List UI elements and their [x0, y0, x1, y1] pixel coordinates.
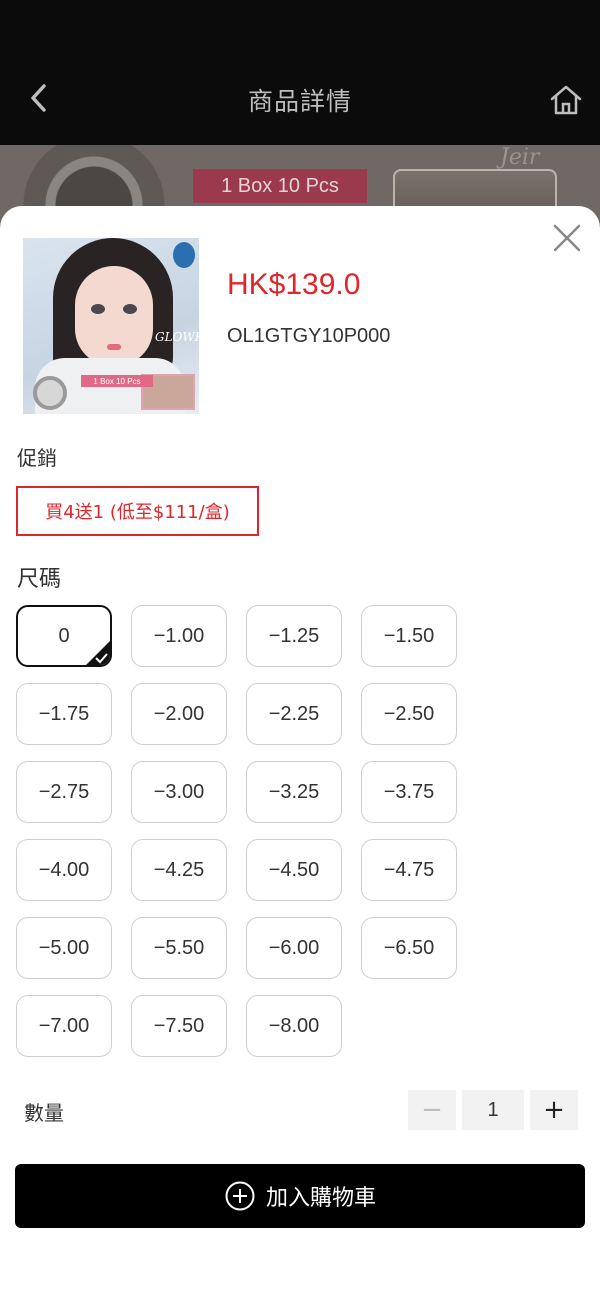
- home-icon[interactable]: [548, 82, 584, 118]
- size-option-label: −7.00: [38, 1014, 90, 1037]
- size-options-grid: 0 −1.00 −1.25 −1.50 −1.75 −2.00 −2.25 −2.50 −2.7…: [16, 605, 466, 1057]
- size-option[interactable]: −1.50: [361, 605, 457, 667]
- size-option[interactable]: −3.25: [246, 761, 342, 823]
- size-option[interactable]: −4.75: [361, 839, 457, 901]
- decrement-button[interactable]: −: [408, 1090, 456, 1130]
- plus-circle-icon: [225, 1181, 255, 1211]
- size-option[interactable]: −7.00: [16, 995, 112, 1057]
- quantity-label: 數量: [24, 1101, 64, 1125]
- size-option[interactable]: −6.50: [361, 917, 457, 979]
- add-to-cart-label: 加入購物車: [265, 1186, 376, 1211]
- size-option-label: −6.50: [383, 936, 435, 959]
- size-option[interactable]: −8.00: [246, 995, 342, 1057]
- size-option[interactable]: −5.00: [16, 917, 112, 979]
- size-option-label: −5.50: [153, 936, 205, 959]
- size-option[interactable]: 0: [16, 605, 112, 667]
- size-option-label: −1.75: [38, 702, 90, 725]
- add-to-cart-button[interactable]: 加入購物車: [15, 1164, 585, 1228]
- size-option[interactable]: −1.00: [131, 605, 227, 667]
- product-price: HK$139.0: [227, 268, 361, 301]
- size-option[interactable]: −4.25: [131, 839, 227, 901]
- size-option-label: −4.50: [268, 858, 320, 881]
- size-option[interactable]: −2.50: [361, 683, 457, 745]
- banner-script-text: Jeir: [500, 145, 540, 170]
- size-option-label: −1.25: [268, 624, 320, 647]
- close-icon[interactable]: [551, 222, 583, 254]
- brand-drop-logo: [173, 242, 195, 268]
- thumbnail-brand-text: GLOWE: [155, 330, 199, 344]
- size-option-label: −3.75: [383, 780, 435, 803]
- size-option-label: −4.00: [38, 858, 90, 881]
- size-option[interactable]: −6.00: [246, 917, 342, 979]
- size-option[interactable]: −1.75: [16, 683, 112, 745]
- size-option-label: −1.00: [153, 624, 205, 647]
- increment-button[interactable]: +: [530, 1090, 578, 1130]
- size-option[interactable]: −2.25: [246, 683, 342, 745]
- size-option-label: −2.75: [38, 780, 90, 803]
- size-option[interactable]: −5.50: [131, 917, 227, 979]
- size-option[interactable]: −4.00: [16, 839, 112, 901]
- promotion-label: 促銷: [17, 446, 57, 470]
- product-sku: OL1GTGY10P000: [227, 325, 391, 347]
- size-option-label: −2.25: [268, 702, 320, 725]
- size-label: 尺碼: [17, 567, 62, 592]
- size-option[interactable]: −2.75: [16, 761, 112, 823]
- size-option-label: −4.75: [383, 858, 435, 881]
- size-option[interactable]: −7.50: [131, 995, 227, 1057]
- size-option-label: 0: [58, 624, 70, 647]
- product-thumbnail: GLOWE 1 Box 10 Pcs: [23, 238, 199, 414]
- size-option-label: −3.00: [153, 780, 205, 803]
- page-title: 商品詳情: [247, 87, 352, 116]
- size-option-label: −4.25: [153, 858, 205, 881]
- size-option-label: −8.00: [268, 1014, 320, 1037]
- size-option[interactable]: −4.50: [246, 839, 342, 901]
- size-option[interactable]: −3.00: [131, 761, 227, 823]
- top-nav-bar: 商品詳情: [0, 0, 600, 145]
- promotion-offer-chip[interactable]: 買4送1 (低至$111/盒): [16, 486, 259, 536]
- quantity-stepper: − 1 +: [408, 1090, 578, 1130]
- quantity-value[interactable]: 1: [462, 1090, 524, 1130]
- size-option[interactable]: −2.00: [131, 683, 227, 745]
- thumbnail-box-label: 1 Box 10 Pcs: [81, 375, 153, 387]
- selected-check-icon: [86, 641, 110, 665]
- size-option-label: −1.50: [383, 624, 435, 647]
- size-option[interactable]: −3.75: [361, 761, 457, 823]
- size-option-label: −5.00: [38, 936, 90, 959]
- banner-box-label: 1 Box 10 Pcs: [193, 169, 367, 203]
- size-option[interactable]: −1.25: [246, 605, 342, 667]
- size-option-label: −3.25: [268, 780, 320, 803]
- size-option-label: −2.00: [153, 702, 205, 725]
- size-option-label: −2.50: [383, 702, 435, 725]
- size-option-label: −6.00: [268, 936, 320, 959]
- thumbnail-lens-image: [33, 376, 67, 410]
- size-option-label: −7.50: [153, 1014, 205, 1037]
